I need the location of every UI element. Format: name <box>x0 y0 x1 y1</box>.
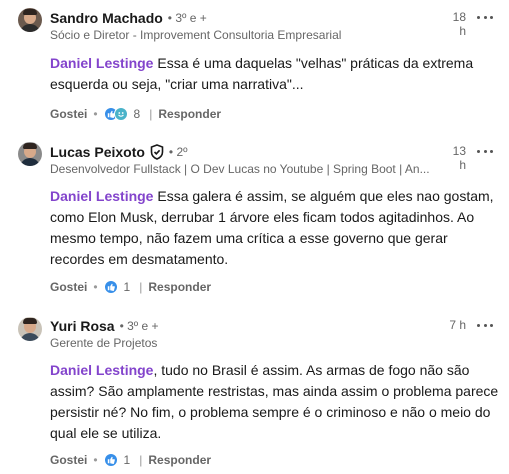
separator: • <box>93 280 98 294</box>
reaction-count[interactable]: 1 <box>124 280 131 294</box>
like-button[interactable]: Gostei <box>50 107 87 121</box>
verified-shield-icon <box>150 144 164 160</box>
separator: • <box>93 107 98 121</box>
reply-button[interactable]: Responder <box>148 453 211 467</box>
like-button[interactable]: Gostei <box>50 453 87 467</box>
separator: • <box>93 453 98 467</box>
connection-degree: • 2º <box>168 145 188 159</box>
timestamp: 7 h <box>449 318 466 332</box>
mention-link[interactable]: Daniel Lestinge <box>50 188 153 204</box>
comment-text: Daniel Lestinge Essa é uma daquelas "vel… <box>50 53 500 95</box>
author-headline: Desenvolvedor Fullstack | O Dev Lucas no… <box>50 162 430 176</box>
comment-header: Yuri Rosa • 3º e + <box>50 317 159 335</box>
author-headline: Sócio e Diretor - Improvement Consultori… <box>50 28 342 42</box>
comment-actions: Gostei • 8 | Responder <box>50 106 221 122</box>
mention-link[interactable]: Daniel Lestinge <box>50 362 153 378</box>
author-name[interactable]: Sandro Machado <box>50 10 163 26</box>
more-options-icon[interactable] <box>477 11 493 23</box>
like-button[interactable]: Gostei <box>50 280 87 294</box>
author-name[interactable]: Yuri Rosa <box>50 318 115 334</box>
avatar[interactable] <box>18 142 42 166</box>
comment-header: Sandro Machado • 3º e + <box>50 9 207 27</box>
comment-text: Daniel Lestinge, tudo no Brasil é assim.… <box>50 360 500 444</box>
avatar[interactable] <box>18 8 42 32</box>
reactions[interactable] <box>103 107 128 121</box>
reply-button[interactable]: Responder <box>148 280 211 294</box>
avatar[interactable] <box>18 317 42 341</box>
separator: | <box>139 453 143 467</box>
mention-link[interactable]: Daniel Lestinge <box>50 55 153 71</box>
reaction-count[interactable]: 8 <box>134 107 141 121</box>
author-headline: Gerente de Projetos <box>50 336 158 350</box>
author-name[interactable]: Lucas Peixoto <box>50 144 145 160</box>
more-options-icon[interactable] <box>477 145 493 157</box>
connection-degree: • 3º e + <box>167 11 207 25</box>
reactions[interactable] <box>103 280 118 294</box>
separator: | <box>139 280 143 294</box>
comment-actions: Gostei • 1 | Responder <box>50 452 211 468</box>
smile-icon <box>113 107 128 121</box>
reaction-count[interactable]: 1 <box>124 453 131 467</box>
like-icon <box>103 280 118 294</box>
comment-text: Daniel Lestinge Essa galera é assim, se … <box>50 186 500 270</box>
separator: | <box>149 107 153 121</box>
timestamp: 13 h <box>452 144 466 172</box>
more-options-icon[interactable] <box>477 319 493 331</box>
reply-button[interactable]: Responder <box>158 107 221 121</box>
connection-degree: • 3º e + <box>119 319 159 333</box>
reactions[interactable] <box>103 453 118 467</box>
comment-header: Lucas Peixoto • 2º <box>50 143 188 161</box>
like-icon <box>103 453 118 467</box>
timestamp: 18 h <box>452 10 466 38</box>
comment-actions: Gostei • 1 | Responder <box>50 279 211 295</box>
